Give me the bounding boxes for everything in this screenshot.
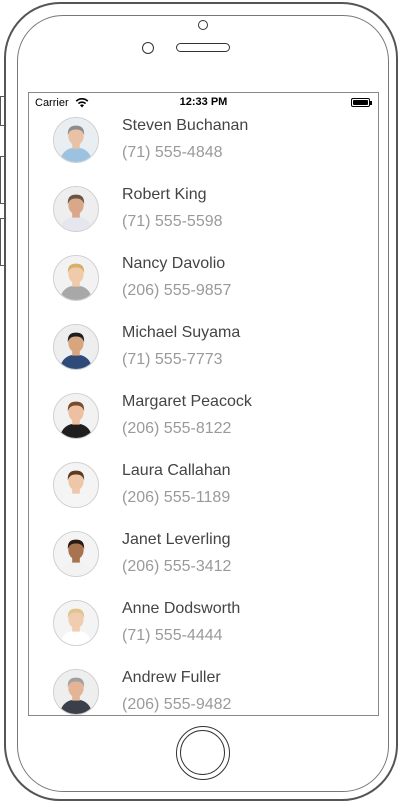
contact-avatar xyxy=(53,255,99,301)
contact-phone: (71) 555-5598 xyxy=(122,213,223,230)
volume-down-button xyxy=(0,218,4,266)
list-item[interactable]: Janet Leverling (206) 555-3412 xyxy=(29,527,378,596)
home-button-ring xyxy=(180,730,225,775)
list-item[interactable]: Andrew Fuller (206) 555-9482 xyxy=(29,665,378,715)
contact-name: Michael Suyama xyxy=(122,324,241,341)
mute-switch xyxy=(0,96,4,126)
contact-avatar xyxy=(53,531,99,577)
contact-name: Janet Leverling xyxy=(122,531,231,548)
contact-avatar xyxy=(53,600,99,646)
list-item[interactable]: Anne Dodsworth (71) 555-4444 xyxy=(29,596,378,665)
contact-name: Laura Callahan xyxy=(122,462,231,479)
device-screen: Carrier 12:33 PM Steven Buchanan (71) 555… xyxy=(28,92,379,716)
contact-name: Robert King xyxy=(122,186,207,203)
proximity-sensor xyxy=(142,42,154,54)
contact-phone: (71) 555-4848 xyxy=(122,144,223,161)
contact-phone: (206) 555-8122 xyxy=(122,420,232,437)
earpiece-speaker xyxy=(176,43,230,52)
list-item[interactable]: Robert King (71) 555-5598 xyxy=(29,182,378,251)
home-button[interactable] xyxy=(176,726,230,780)
contact-avatar xyxy=(53,669,99,715)
battery-icon xyxy=(351,98,372,107)
contact-avatar xyxy=(53,117,99,163)
list-item[interactable]: Nancy Davolio (206) 555-9857 xyxy=(29,251,378,320)
contact-avatar xyxy=(53,462,99,508)
contact-name: Andrew Fuller xyxy=(122,669,221,686)
status-time: 12:33 PM xyxy=(179,96,228,108)
contact-name: Margaret Peacock xyxy=(122,393,252,410)
contact-list[interactable]: Steven Buchanan (71) 555-4848 Robert King (… xyxy=(29,113,378,715)
status-bar: Carrier 12:33 PM xyxy=(29,93,378,113)
contact-name: Steven Buchanan xyxy=(122,117,249,134)
list-item[interactable]: Steven Buchanan (71) 555-4848 xyxy=(29,113,378,182)
list-item[interactable]: Laura Callahan (206) 555-1189 xyxy=(29,458,378,527)
contact-phone: (206) 555-1189 xyxy=(122,489,231,506)
contact-phone: (206) 555-9482 xyxy=(122,696,232,713)
front-camera xyxy=(198,20,208,30)
contact-name: Nancy Davolio xyxy=(122,255,226,272)
contact-avatar xyxy=(53,324,99,370)
contact-avatar xyxy=(53,186,99,232)
contact-phone: (71) 555-4444 xyxy=(122,627,223,644)
contact-phone: (206) 555-9857 xyxy=(122,282,232,299)
contact-phone: (206) 555-3412 xyxy=(122,558,232,575)
contact-avatar xyxy=(53,393,99,439)
contact-phone: (71) 555-7773 xyxy=(122,351,223,368)
contact-name: Anne Dodsworth xyxy=(122,600,241,617)
list-item[interactable]: Margaret Peacock (206) 555-8122 xyxy=(29,389,378,458)
list-item[interactable]: Michael Suyama (71) 555-7773 xyxy=(29,320,378,389)
volume-up-button xyxy=(0,156,4,204)
